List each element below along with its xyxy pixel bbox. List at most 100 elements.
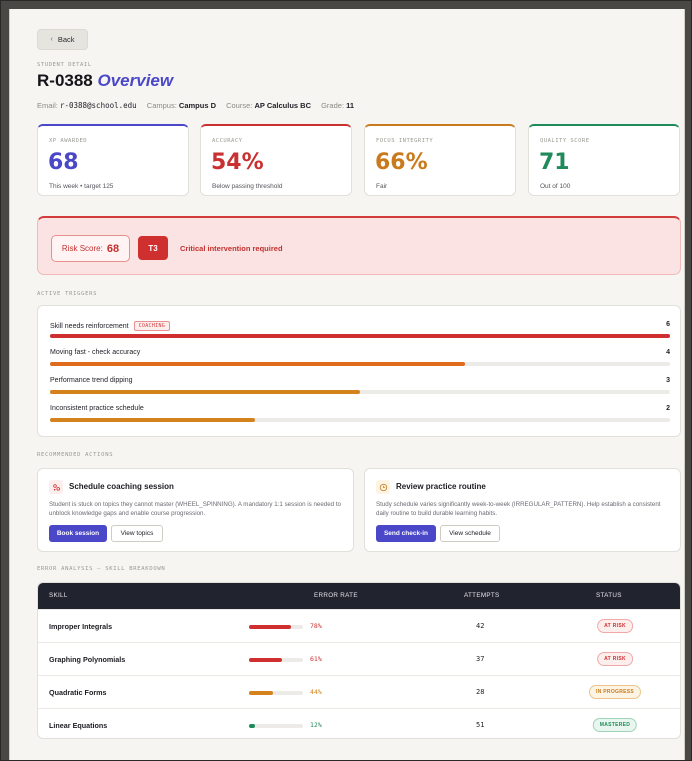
trigger-row: Moving fast - check accuracy 4 xyxy=(50,349,670,375)
email-value: r-0388@school.edu xyxy=(59,101,137,110)
error-rate: 12% xyxy=(310,721,322,729)
people-icon xyxy=(49,480,63,494)
skill-name: Improper Integrals xyxy=(49,622,113,631)
status-badge: AT RISK xyxy=(597,619,633,633)
table-row[interactable]: Improper Integrals 78% 42 AT RISK xyxy=(38,609,680,642)
back-label: Back xyxy=(57,35,75,44)
trigger-row: Inconsistent practice schedule 2 xyxy=(50,405,670,431)
stat-value: 54% xyxy=(211,150,264,175)
email-label: Email: xyxy=(37,101,58,110)
coaching-tag: COACHING xyxy=(133,321,171,331)
stat-label: XP AWARDED xyxy=(49,138,88,144)
section-label-errors: ERROR ANALYSIS — SKILL BREAKDOWN xyxy=(37,566,166,572)
attempts: 51 xyxy=(476,721,485,729)
risk-message: Critical intervention required xyxy=(180,244,283,253)
tier-badge: T3 xyxy=(138,236,168,260)
error-rate: 78% xyxy=(310,622,322,630)
course-label: Course: xyxy=(226,101,253,110)
trigger-row: Performance trend dipping 3 xyxy=(50,377,670,403)
error-bar-track xyxy=(249,724,303,728)
column-header-error-rate: ERROR RATE xyxy=(314,592,358,599)
stat-value: 71 xyxy=(539,150,570,175)
grade-value: 11 xyxy=(346,101,355,110)
table-row[interactable]: Linear Equations 12% 51 MASTERED xyxy=(38,708,680,738)
table-row[interactable]: Graphing Polynomials 61% 37 AT RISK xyxy=(38,642,680,675)
action-description: Study schedule varies significantly week… xyxy=(376,501,661,517)
stat-label: ACCURACY xyxy=(212,138,243,144)
stat-card-xp: XP AWARDED 68 This week • target 125 xyxy=(37,124,189,196)
clock-icon xyxy=(376,480,390,494)
trigger-name: Performance trend dipping xyxy=(50,377,133,384)
trigger-label: Performance trend dipping xyxy=(50,377,133,384)
trigger-bar-fill xyxy=(50,390,360,394)
view-topics-button[interactable]: View topics xyxy=(111,525,163,542)
table-header: SKILL ERROR RATE ATTEMPTS STATUS xyxy=(38,583,680,609)
trigger-name: Inconsistent practice schedule xyxy=(50,405,144,412)
trigger-count: 4 xyxy=(666,349,670,356)
send-check-in-button[interactable]: Send check-in xyxy=(376,525,436,542)
error-bar-fill xyxy=(249,658,282,662)
eyebrow-label: STUDENT DETAIL xyxy=(37,62,92,68)
stat-subtext: Out of 100 xyxy=(540,183,571,190)
action-card-coaching: Schedule coaching session Student is stu… xyxy=(37,468,354,552)
campus-value: Campus D xyxy=(178,101,216,110)
stat-label: QUALITY SCORE xyxy=(540,138,590,144)
stat-value: 68 xyxy=(48,150,79,175)
student-id: R-0388 xyxy=(37,71,93,90)
attempts: 42 xyxy=(476,622,485,630)
attempts: 28 xyxy=(476,688,485,696)
chevron-left-icon: ‹ xyxy=(50,36,53,43)
window-frame: ‹ Back STUDENT DETAIL R-0388 Overview Em… xyxy=(0,0,692,761)
attempts: 37 xyxy=(476,655,485,663)
trigger-bar-fill xyxy=(50,362,466,366)
risk-score-label: Risk Score: xyxy=(61,244,103,253)
error-bar-fill xyxy=(249,691,273,695)
title-suffix: Overview xyxy=(97,71,174,90)
risk-score-badge: Risk Score: 68 xyxy=(51,235,130,262)
error-bar-fill xyxy=(249,724,256,728)
action-title: Review practice routine xyxy=(396,482,486,491)
stat-card-focus: FOCUS INTEGRITY 66% Fair xyxy=(364,124,516,196)
view-schedule-button[interactable]: View schedule xyxy=(440,525,500,542)
trigger-name: Skill needs reinforcement COACHING xyxy=(50,321,171,331)
trigger-bar-fill xyxy=(50,418,255,422)
student-detail-page: ‹ Back STUDENT DETAIL R-0388 Overview Em… xyxy=(9,9,685,760)
action-title: Schedule coaching session xyxy=(69,482,174,491)
skill-name: Graphing Polynomials xyxy=(49,655,126,664)
student-meta: Email: r-0388@school.edu Campus: Campus … xyxy=(37,101,362,110)
error-bar-track xyxy=(249,625,303,629)
error-bar-track xyxy=(249,658,303,662)
book-session-button[interactable]: Book session xyxy=(49,525,107,542)
triggers-panel: Skill needs reinforcement COACHING 6 Mov… xyxy=(37,305,681,437)
back-button[interactable]: ‹ Back xyxy=(37,29,88,50)
table-row[interactable]: Quadratic Forms 44% 28 IN PROGRESS xyxy=(38,675,680,708)
trigger-count: 2 xyxy=(666,405,670,412)
trigger-label: Skill needs reinforcement xyxy=(50,322,129,330)
trigger-bar-track xyxy=(50,362,670,366)
column-header-status: STATUS xyxy=(596,592,622,599)
trigger-count: 6 xyxy=(666,321,670,328)
section-label-triggers: ACTIVE TRIGGERS xyxy=(37,291,98,297)
status-badge: AT RISK xyxy=(597,652,633,666)
error-rate: 61% xyxy=(310,655,322,663)
trigger-bar-fill xyxy=(50,334,670,338)
page-title: R-0388 Overview xyxy=(37,71,173,91)
error-rate: 44% xyxy=(310,688,322,696)
trigger-bar-track xyxy=(50,418,670,422)
column-header-attempts: ATTEMPTS xyxy=(464,592,500,599)
column-header-skill: SKILL xyxy=(49,592,68,599)
stat-subtext: Below passing threshold xyxy=(212,183,283,190)
section-label-actions: RECOMMENDED ACTIONS xyxy=(37,452,114,458)
stat-subtext: Fair xyxy=(376,183,388,190)
stat-card-accuracy: ACCURACY 54% Below passing threshold xyxy=(200,124,352,196)
stat-value: 66% xyxy=(375,150,428,175)
error-bar-fill xyxy=(249,625,292,629)
trigger-name: Moving fast - check accuracy xyxy=(50,349,140,356)
trigger-label: Moving fast - check accuracy xyxy=(50,349,141,356)
risk-banner: Risk Score: 68 T3 Critical intervention … xyxy=(37,216,681,275)
trigger-label: Inconsistent practice schedule xyxy=(50,405,144,412)
campus-label: Campus: xyxy=(146,101,177,110)
stat-card-quality: QUALITY SCORE 71 Out of 100 xyxy=(528,124,680,196)
skill-breakdown-table: SKILL ERROR RATE ATTEMPTS STATUS Imprope… xyxy=(37,582,681,739)
status-badge: MASTERED xyxy=(592,718,638,732)
